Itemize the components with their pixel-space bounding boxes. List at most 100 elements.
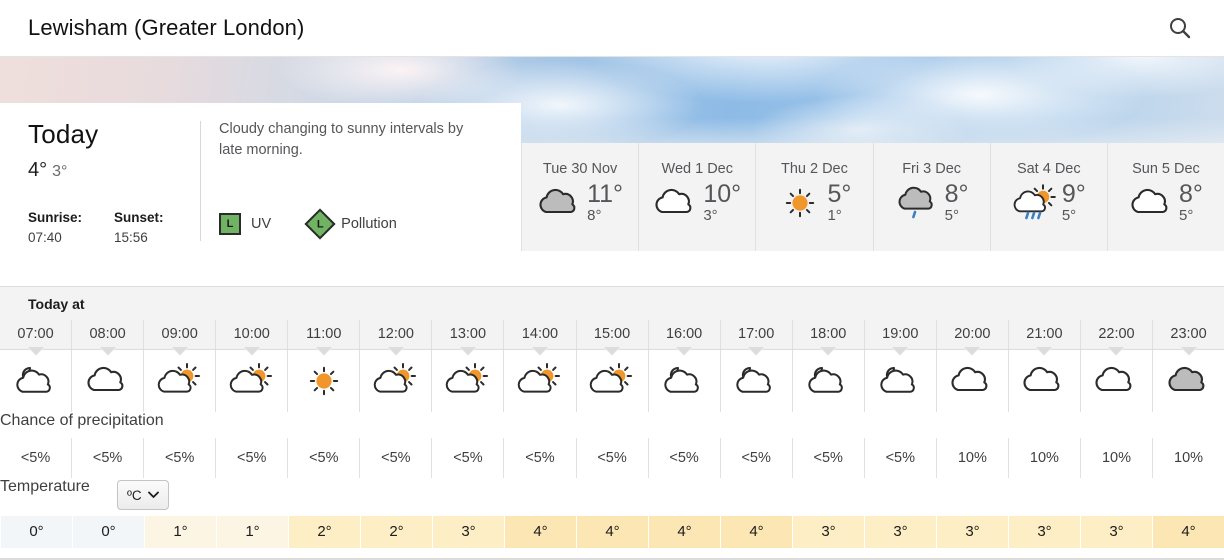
daily-low: 3° — [703, 207, 718, 224]
sun-cloud-icon — [589, 363, 633, 393]
cloud-icon — [87, 366, 123, 392]
hour-icon-cell — [143, 347, 216, 412]
sun-icon — [786, 188, 815, 218]
sunrise-label: Sunrise: — [28, 210, 83, 225]
hour-notch — [243, 347, 260, 356]
sun-cloud-icon — [157, 363, 200, 393]
hour-icon-cell — [215, 347, 288, 412]
hour-time-cell[interactable]: 10:00 — [215, 320, 288, 349]
daily-low: 8° — [587, 207, 602, 224]
weather-description: Cloudy changing to sunny intervals by la… — [219, 121, 464, 158]
hour-temperature-cell: 2° — [288, 516, 360, 548]
hour-notch — [892, 347, 909, 356]
sun-cloud-icon — [373, 363, 416, 393]
search-input[interactable]: Lewisham (Greater London) — [28, 15, 1158, 41]
uv-index[interactable]: L UV — [219, 213, 271, 235]
hour-icon-cell — [935, 347, 1008, 412]
daily-weather-icon — [1012, 183, 1058, 223]
hour-notch — [27, 347, 44, 356]
hour-time-cell[interactable]: 22:00 — [1079, 320, 1152, 349]
daily-weather-icon — [537, 183, 583, 223]
hourly-precipitation-row: <5% <5% <5% <5% <5% <5% <5% <5% <5% <5% <5% <5% <5% 1… — [0, 438, 1224, 478]
daily-forecast-card[interactable]: Thu 2 Dec 5° 1° — [755, 143, 872, 251]
daily-high: 9° — [1061, 180, 1086, 208]
hour-temperature-cell: 4° — [720, 516, 792, 548]
precipitation-header: Chance of precipitation — [0, 412, 1224, 438]
sun-times: Sunrise: 07:40 Sunset: 15:56 — [28, 210, 200, 245]
hour-time-cell[interactable]: 20:00 — [935, 320, 1008, 349]
hour-time-cell[interactable]: 15:00 — [575, 320, 648, 349]
hour-time-cell[interactable]: 07:00 — [0, 320, 72, 349]
hour-time-cell[interactable]: 11:00 — [287, 320, 360, 349]
hour-icon-cell — [1152, 347, 1224, 412]
today-temperatures: 4° 3° — [28, 159, 200, 182]
pollution-index[interactable]: L Pollution — [304, 208, 397, 240]
moon-cloud-icon — [15, 366, 51, 393]
sun-cloud-icon — [517, 363, 560, 393]
daily-forecast-card[interactable]: Fri 3 Dec 8° 5° — [872, 143, 990, 251]
hour-temperature-cell: 3° — [432, 516, 504, 548]
hour-time-cell[interactable]: 12:00 — [359, 320, 432, 349]
hour-time-cell[interactable]: 23:00 — [1152, 320, 1224, 349]
hour-notch — [1036, 347, 1053, 356]
hour-notch — [748, 347, 765, 356]
hour-notch — [820, 347, 837, 356]
hour-icon-cell — [0, 347, 72, 412]
hour-time-cell[interactable]: 08:00 — [71, 320, 144, 349]
hour-precipitation-cell: <5% — [503, 438, 576, 478]
daily-low: 5° — [1061, 207, 1077, 224]
today-summary-card: Today 4° 3° Sunrise: 07:40 Sunset: 15:56 … — [0, 103, 521, 251]
hour-time-cell[interactable]: 18:00 — [791, 320, 864, 349]
hour-icon-cell — [71, 347, 144, 412]
sun-cloud-icon — [445, 363, 488, 393]
hour-precipitation-cell: 10% — [1152, 438, 1224, 478]
daily-forecast-card[interactable]: Wed 1 Dec 10° 3° — [638, 143, 755, 251]
sunset-time: 15:56 — [114, 230, 148, 245]
cloud-icon — [655, 188, 692, 214]
hour-icon-cell — [791, 347, 864, 412]
sunrise-time: 07:40 — [28, 230, 62, 245]
daily-weather-icon — [653, 183, 699, 223]
hour-precipitation-cell: <5% — [215, 438, 288, 478]
moon-cloud-icon — [664, 366, 699, 393]
hour-time-cell[interactable]: 16:00 — [647, 320, 720, 349]
hour-time-cell[interactable]: 14:00 — [503, 320, 576, 349]
daily-forecast-card[interactable]: Sat 4 Dec 9° 5° — [989, 143, 1107, 251]
daily-low: 5° — [1178, 207, 1194, 224]
daily-forecast-card[interactable]: Tue 30 Nov 11° 8° — [521, 143, 638, 251]
hourly-time-row: 07:00 08:00 09:00 10:00 11:00 12:00 13:00 14:00… — [0, 320, 1224, 349]
hour-notch — [1180, 347, 1197, 356]
daily-high: 5° — [827, 180, 852, 208]
sun-cloud-rain-icon — [1013, 184, 1056, 220]
hour-temperature-cell: 3° — [864, 516, 936, 548]
hour-temperature-cell: 3° — [1080, 516, 1152, 548]
hour-icon-cell — [503, 347, 576, 412]
hour-notch — [171, 347, 188, 356]
hour-precipitation-cell: <5% — [431, 438, 504, 478]
today-left-column: Today 4° 3° Sunrise: 07:40 Sunset: 15:56 — [0, 119, 200, 251]
hour-time-cell[interactable]: 13:00 — [431, 320, 504, 349]
hour-time-cell[interactable]: 17:00 — [719, 320, 792, 349]
pollution-badge-icon: L — [304, 208, 336, 240]
hour-notch — [531, 347, 548, 356]
hour-time-cell[interactable]: 09:00 — [143, 320, 216, 349]
sunrise-block: Sunrise: 07:40 — [28, 210, 114, 245]
daily-forecast-card[interactable]: Sun 5 Dec 8° 5° — [1106, 143, 1224, 251]
hour-precipitation-cell: <5% — [791, 438, 864, 478]
sunset-block: Sunset: 15:56 — [114, 210, 200, 245]
overcast-cloud-icon — [1168, 366, 1204, 392]
hour-temperature-cell: 0° — [0, 516, 72, 548]
hour-time-cell[interactable]: 19:00 — [863, 320, 936, 349]
location-search-bar[interactable]: Lewisham (Greater London) — [0, 0, 1224, 57]
page-title: Today — [28, 119, 99, 149]
moon-cloud-icon — [736, 366, 771, 393]
hour-precipitation-cell: <5% — [359, 438, 432, 478]
temperature-unit-select[interactable]: ºC — [117, 480, 169, 510]
hour-temperature-cell: 3° — [792, 516, 864, 548]
hour-time-cell[interactable]: 21:00 — [1007, 320, 1080, 349]
temperature-header: Temperature ºC — [0, 478, 1224, 516]
uv-badge-icon: L — [219, 213, 241, 235]
search-button[interactable] — [1158, 6, 1202, 50]
light-rain-icon — [898, 186, 933, 219]
hour-temperature-cell: 4° — [648, 516, 720, 548]
